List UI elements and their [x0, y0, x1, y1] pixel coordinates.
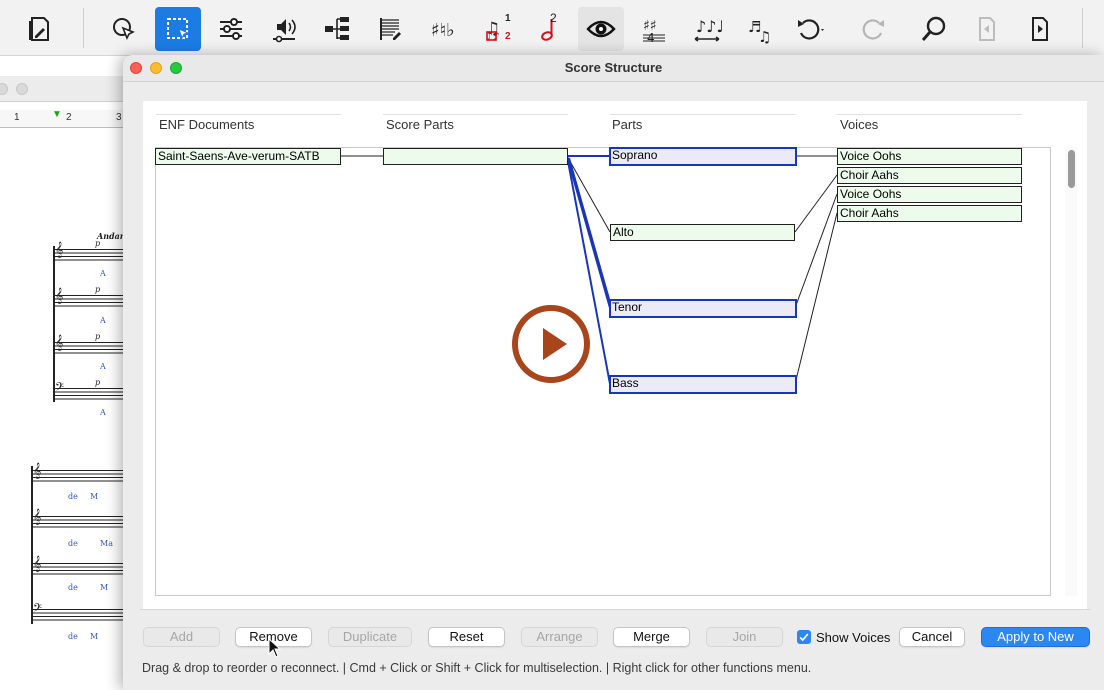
mixer-sliders-icon[interactable] — [208, 7, 254, 51]
page-text-icon[interactable] — [367, 7, 413, 51]
system-bracket — [53, 246, 55, 402]
lyric: A — [100, 408, 106, 417]
previous-page-icon — [964, 7, 1010, 51]
dynamic-mark: p — [95, 239, 101, 248]
ruler-mark: 2 — [66, 112, 72, 123]
play-icon[interactable] — [511, 304, 591, 384]
part-node-tenor[interactable]: Tenor — [609, 299, 797, 318]
add-button[interactable]: Add — [143, 627, 220, 647]
dialog-titlebar: Score Structure — [123, 55, 1104, 82]
ruler-mark: 3 — [116, 112, 122, 123]
ruler-mark: 1 — [14, 112, 20, 123]
lyric: A — [100, 362, 106, 371]
ruler: 1 2 3 ▼ — [0, 109, 124, 128]
selection-tool-icon[interactable] — [155, 7, 201, 51]
accidentals-icon[interactable]: ♯♮♭ — [420, 7, 466, 51]
svg-text:♪♪: ♪♪ — [486, 30, 500, 43]
background-window-titlebar — [0, 76, 124, 102]
next-page-icon[interactable] — [1017, 7, 1063, 51]
voice-node[interactable]: Voice Oohs — [837, 186, 1022, 203]
checkmark-icon[interactable] — [797, 630, 811, 644]
mouse-cursor-icon — [268, 638, 282, 658]
show-voices-checkbox[interactable]: Show Voices — [797, 628, 890, 646]
lyric: de — [68, 539, 78, 548]
arrange-button[interactable]: Arrange — [521, 627, 598, 647]
vertical-scrollbar[interactable] — [1065, 147, 1077, 596]
staff — [33, 516, 124, 530]
lyric: de — [68, 632, 78, 641]
voice-node[interactable]: Choir Aahs — [837, 167, 1022, 184]
voice-node[interactable]: Voice Oohs — [837, 148, 1022, 165]
zoom-icon[interactable] — [911, 7, 957, 51]
staff — [55, 249, 124, 263]
svg-text:♫: ♫ — [758, 28, 771, 44]
column-header-enf-documents: ENF Documents — [159, 117, 255, 132]
speaker-icon[interactable] — [261, 7, 307, 51]
toolbar-badge-2: 2 — [505, 31, 511, 42]
dynamic-mark: p — [95, 285, 101, 294]
notes-icon[interactable]: ♬ ♫ — [737, 7, 783, 51]
structure-tree-icon[interactable] — [314, 7, 360, 51]
show-voices-label: Show Voices — [816, 629, 891, 645]
redo-icon — [850, 7, 896, 51]
column-header-parts: Parts — [612, 117, 643, 132]
staff — [55, 388, 124, 402]
join-button[interactable]: Join — [706, 627, 783, 647]
key-signature-icon[interactable]: ♯♯4 — [631, 7, 677, 51]
svg-text:♪♪♪: ♪♪♪ — [696, 17, 722, 36]
toolbar-badge-note-2: 2 — [550, 11, 557, 25]
dynamic-mark: p — [95, 332, 101, 341]
reset-button[interactable]: Reset — [428, 627, 505, 647]
staff — [33, 609, 124, 623]
lyric: A — [100, 316, 106, 325]
staff — [55, 295, 124, 309]
document-icon[interactable] — [16, 7, 62, 51]
lyric: Ma — [100, 539, 113, 548]
duplicate-button[interactable]: Duplicate — [328, 627, 412, 647]
part-node-bass[interactable]: Bass — [609, 375, 797, 394]
staff — [33, 470, 124, 484]
dynamic-mark: p — [95, 378, 101, 387]
voice-split-icon[interactable]: ♫ ♪♪ 1 2 — [473, 7, 519, 51]
merge-button[interactable]: Merge — [613, 627, 690, 647]
svg-text:♯♮♭: ♯♮♭ — [431, 20, 455, 41]
eye-icon[interactable] — [578, 7, 624, 51]
voice-node[interactable]: Choir Aahs — [837, 205, 1022, 222]
lyric: M — [90, 492, 99, 501]
apply-to-new-button[interactable]: Apply to New — [981, 627, 1090, 647]
staff — [33, 563, 124, 577]
staff — [55, 342, 124, 356]
lyric: de — [68, 583, 78, 592]
ruler-indent-marker: ▼ — [52, 109, 62, 120]
lyric: M — [90, 632, 99, 641]
enf-document-node[interactable]: Saint-Saens-Ave-verum-SATB — [155, 148, 341, 165]
lyric: de — [68, 492, 78, 501]
status-help-text: Drag & drop to reorder o reconnect. | Cm… — [142, 661, 812, 675]
system-bracket — [31, 466, 33, 624]
toolbar-badge-1: 1 — [505, 13, 511, 24]
part-node-soprano[interactable]: Soprano — [609, 147, 797, 166]
note-spacing-icon[interactable]: ♪♪♪ — [684, 7, 730, 51]
lyric: M — [100, 583, 109, 592]
lyric: A — [100, 269, 106, 278]
cancel-button[interactable]: Cancel — [899, 627, 965, 647]
column-header-score-parts: Score Parts — [386, 117, 454, 132]
column-header-voices: Voices — [840, 117, 879, 132]
part-node-alto[interactable]: Alto — [610, 224, 795, 241]
score-part-node[interactable] — [383, 148, 568, 165]
dialog-title: Score Structure — [564, 60, 663, 75]
scrollbar-thumb[interactable] — [1068, 150, 1075, 188]
half-note-icon[interactable]: 2 — [526, 7, 572, 51]
undo-icon[interactable] — [786, 7, 832, 51]
pointer-icon[interactable] — [100, 7, 146, 51]
app-toolbar: ♯♮♭ ♫♪♪ 1 2 2 ♯♯4 ♪♪♪ ♬♫ — [0, 0, 1104, 56]
background-score-window: 1 2 3 ▼ Andant 𝄞 p A 𝄞 p A 𝄞 p A 𝄢 p A 𝄞… — [0, 56, 129, 690]
